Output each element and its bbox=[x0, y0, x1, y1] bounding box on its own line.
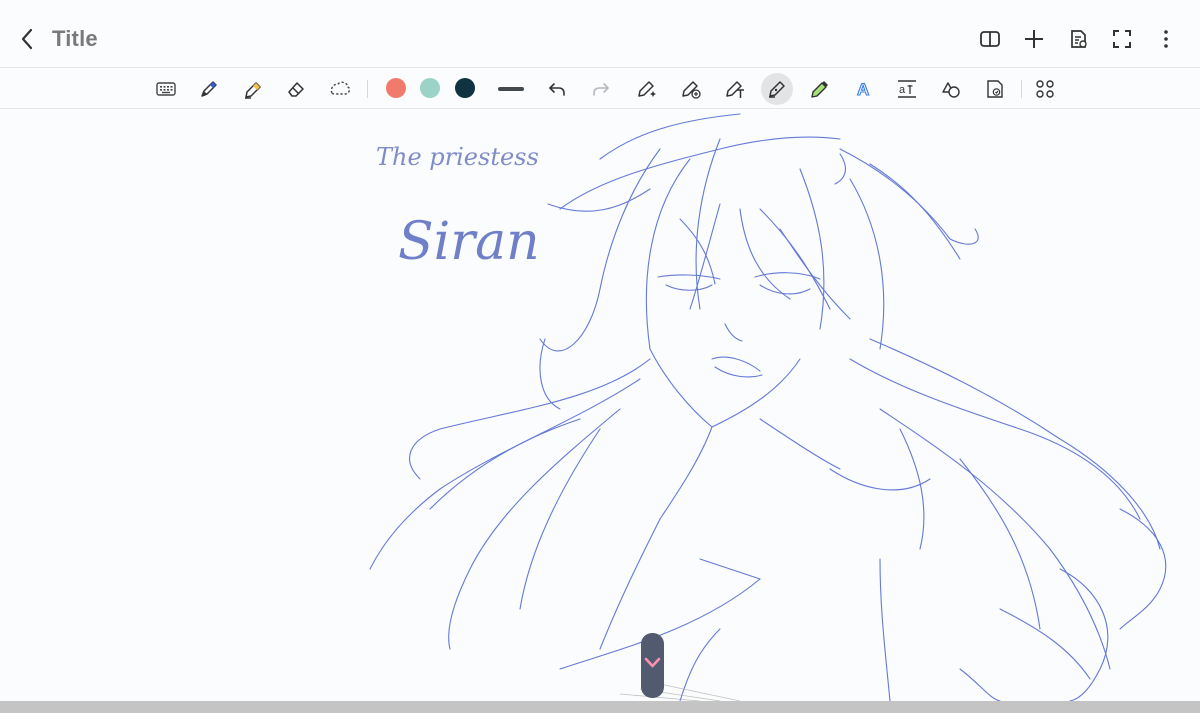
handwriting-icon: A bbox=[856, 79, 869, 99]
pen-icon bbox=[201, 81, 217, 97]
color-swatch-mint[interactable] bbox=[420, 78, 440, 98]
redo-icon bbox=[593, 83, 609, 96]
shading-strokes bbox=[619, 683, 741, 701]
highlighter-tool[interactable] bbox=[238, 74, 268, 104]
fullscreen-button[interactable] bbox=[1100, 26, 1144, 52]
more-tools-icon bbox=[1036, 80, 1054, 98]
more-options-button[interactable] bbox=[1144, 26, 1188, 52]
shapes-icon bbox=[942, 82, 960, 98]
add-page-button[interactable] bbox=[1012, 26, 1056, 52]
handwriting-tool[interactable]: A bbox=[849, 74, 879, 104]
undo-button[interactable] bbox=[542, 74, 572, 104]
drawing-canvas[interactable]: The priestess Siran bbox=[0, 109, 1200, 701]
eraser-icon bbox=[288, 82, 304, 97]
marker-tool[interactable] bbox=[805, 74, 835, 104]
back-button[interactable] bbox=[14, 24, 40, 54]
text-input-icon: a bbox=[898, 80, 916, 98]
book-icon bbox=[980, 31, 1000, 47]
pen-plus-tool[interactable] bbox=[676, 74, 706, 104]
add-icon bbox=[1025, 30, 1043, 48]
handwritten-name: Siran bbox=[398, 212, 540, 272]
text-input-tool[interactable]: a bbox=[892, 74, 922, 104]
redo-button[interactable] bbox=[586, 74, 616, 104]
pen-plus-icon bbox=[682, 81, 701, 99]
marker-icon bbox=[811, 81, 828, 98]
keyboard-tool[interactable] bbox=[151, 74, 181, 104]
fountain-pen-tool[interactable] bbox=[761, 73, 793, 105]
portrait-sketch bbox=[369, 113, 1167, 701]
stroke-width-icon bbox=[498, 87, 524, 91]
color-swatch-coral[interactable] bbox=[386, 78, 406, 98]
pen-sparkle-icon bbox=[638, 81, 656, 97]
undo-icon bbox=[549, 83, 565, 96]
color-swatch-dark-teal[interactable] bbox=[455, 78, 475, 98]
insert-image-icon bbox=[987, 80, 1003, 98]
lasso-icon bbox=[330, 81, 351, 95]
sketch-layer: The priestess Siran bbox=[369, 113, 1167, 701]
highlighter-icon bbox=[245, 82, 261, 99]
svg-text:A: A bbox=[857, 80, 869, 99]
pen-text-tool[interactable] bbox=[720, 74, 750, 104]
drawing-toolbar: A a bbox=[0, 67, 1200, 109]
chevron-down-icon bbox=[644, 657, 661, 668]
page-settings-button[interactable] bbox=[1056, 26, 1100, 52]
fullscreen-icon bbox=[1113, 30, 1131, 48]
fountain-pen-icon bbox=[769, 81, 785, 98]
book-view-button[interactable] bbox=[968, 26, 1012, 52]
header-actions bbox=[968, 26, 1188, 52]
chevron-left-icon bbox=[21, 28, 33, 50]
bottom-status-bar bbox=[0, 701, 1200, 713]
pen-tool[interactable] bbox=[194, 74, 224, 104]
toolbar-separator bbox=[367, 80, 368, 98]
note-title[interactable]: Title bbox=[52, 26, 98, 52]
pen-sparkle-tool[interactable] bbox=[632, 74, 662, 104]
handwritten-subtitle: The priestess bbox=[376, 143, 539, 171]
page-scroll-thumb[interactable] bbox=[641, 633, 664, 698]
stroke-width-selector[interactable] bbox=[496, 74, 526, 104]
svg-text:a: a bbox=[899, 84, 906, 96]
insert-image-tool[interactable] bbox=[980, 74, 1010, 104]
toolbar-separator bbox=[1021, 80, 1022, 98]
pen-text-icon bbox=[726, 81, 744, 98]
lasso-tool[interactable] bbox=[325, 74, 355, 104]
page-settings-icon bbox=[1071, 30, 1087, 48]
shapes-tool[interactable] bbox=[936, 74, 966, 104]
more-icon bbox=[1164, 30, 1168, 48]
more-tools-button[interactable] bbox=[1030, 74, 1060, 104]
header-bar: Title bbox=[0, 0, 1200, 67]
keyboard-icon bbox=[156, 82, 176, 96]
eraser-tool[interactable] bbox=[281, 74, 311, 104]
